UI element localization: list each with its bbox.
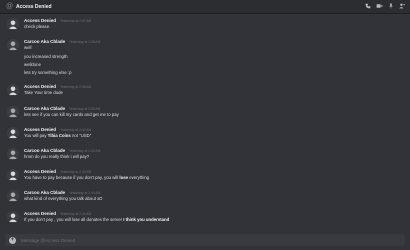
message-text: You will pay Tibia Coins not "USD"	[24, 133, 91, 138]
message-header: Carcoo Aka Cblade Yesterday at 2:38 AM	[24, 39, 100, 45]
author-name[interactable]: Access Denied	[24, 211, 56, 216]
channel-header: @ Access Denied	[0, 0, 410, 14]
pin-icon[interactable]	[388, 3, 394, 11]
author-name[interactable]: Access Denied	[24, 18, 56, 23]
channel-title: Access Denied	[16, 3, 52, 10]
author-name[interactable]: Access Denied	[24, 169, 56, 174]
message-text: You have to pay because if you don't pay…	[24, 175, 149, 180]
message-composer: +	[5, 234, 405, 246]
author-name[interactable]: Carcoo Aka Cblade	[24, 190, 65, 195]
author-name[interactable]: Access Denied	[24, 127, 56, 132]
message-input[interactable]	[21, 236, 321, 244]
timestamp: Yesterday at 2:43 AM	[60, 170, 92, 174]
text-segment: You will pay	[24, 133, 48, 138]
timestamp: Yesterday at 2:39 AM	[69, 107, 101, 111]
bold-text: I think you understand	[123, 217, 170, 222]
message-text: check please.	[24, 24, 51, 29]
author-name[interactable]: Access Denied	[24, 84, 56, 89]
author-name[interactable]: Carcoo Aka Cblade	[24, 148, 65, 153]
message-text: well	[24, 45, 32, 50]
text-segment: If you don't pay , you will lose all don…	[24, 217, 124, 222]
header-actions	[365, 3, 405, 11]
timestamp: Yesterday at 2:38 AM	[69, 40, 101, 44]
message-list: Access Denied Yesterday at 2:37 AM check…	[0, 14, 410, 234]
timestamp: Yesterday at 2:44 AM	[60, 212, 92, 216]
phone-icon[interactable]	[365, 3, 371, 11]
message-text: hmm do you really think i will pay?	[24, 154, 90, 159]
avatar[interactable]	[7, 84, 19, 96]
avatar[interactable]	[7, 211, 19, 223]
avatar[interactable]	[7, 190, 19, 202]
timestamp: Yesterday at 2:43 AM	[69, 149, 101, 153]
text-segment: You have to pay because if you don't pay…	[24, 175, 120, 180]
message-text: welldone	[24, 62, 41, 67]
author-name[interactable]: Carcoo Aka Cblade	[24, 39, 65, 44]
video-icon[interactable]	[376, 3, 383, 11]
text-segment: everything	[128, 175, 150, 180]
at-icon: @	[6, 3, 14, 10]
add-attachment-icon[interactable]: +	[9, 236, 16, 244]
avatar[interactable]	[7, 18, 19, 30]
message-text: lets try something else :p	[24, 70, 72, 75]
add-member-icon[interactable]	[399, 3, 405, 11]
timestamp: Yesterday at 2:44 AM	[69, 191, 101, 195]
message-text: you increased strength	[24, 54, 68, 59]
timestamp: Yesterday at 2:42 AM	[60, 128, 92, 132]
timestamp: Yesterday at 2:37 AM	[60, 19, 92, 23]
author-name[interactable]: Carcoo Aka Cblade	[24, 106, 65, 111]
text-segment: not "USD"	[70, 133, 92, 138]
message-text: lets see if you can kill my cards and ge…	[24, 112, 119, 117]
bold-text: lose	[119, 175, 129, 180]
avatar[interactable]	[7, 106, 19, 118]
avatar[interactable]	[7, 39, 19, 51]
avatar[interactable]	[7, 127, 19, 139]
avatar[interactable]	[7, 169, 19, 181]
message-text: Take Your time dude	[24, 90, 63, 95]
bold-text: Tibia Coins	[47, 133, 71, 138]
message-text: If you don't pay , you will lose all don…	[24, 217, 169, 222]
avatar[interactable]	[7, 148, 19, 160]
message-text: what kind of everything you talk about x…	[24, 196, 103, 201]
timestamp: Yesterday at 2:38 AM	[60, 85, 92, 89]
